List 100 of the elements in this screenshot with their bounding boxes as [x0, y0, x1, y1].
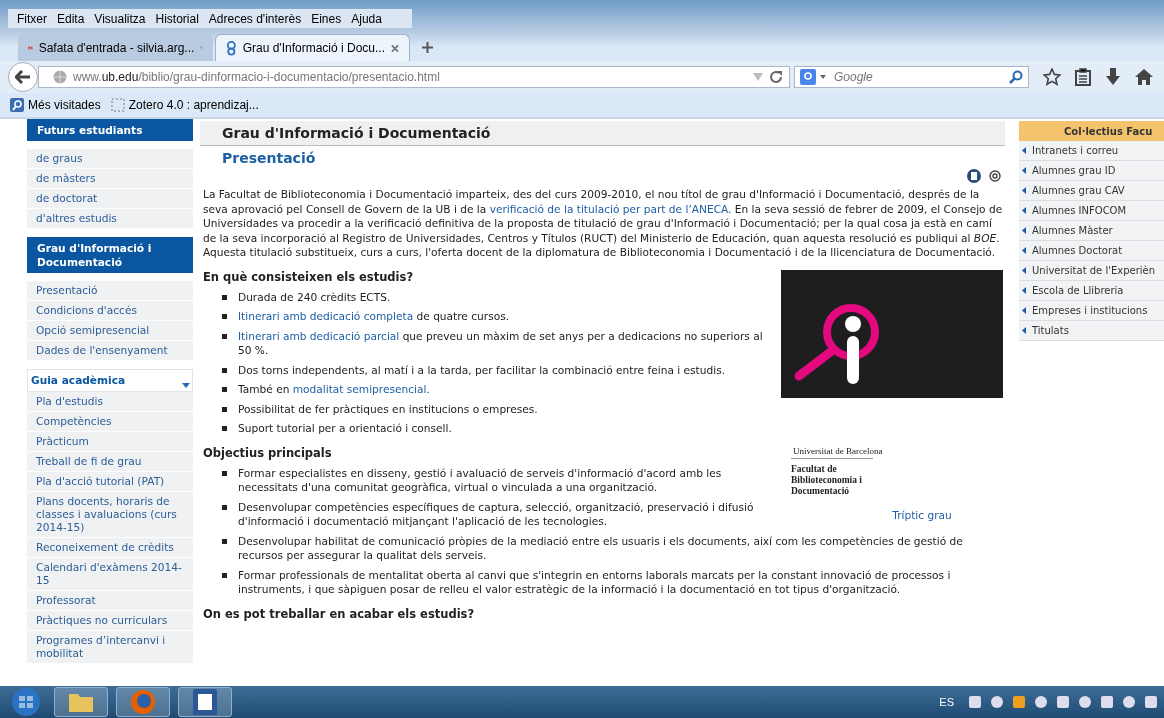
panel-item[interactable]: Escola de Llibreria	[1019, 281, 1164, 301]
clipboard-icon[interactable]	[1075, 68, 1091, 86]
back-button[interactable]	[8, 62, 38, 92]
sidebar-item[interactable]: Opció semipresencial	[27, 321, 193, 341]
taskbar-app[interactable]	[178, 687, 232, 717]
sidebar-item[interactable]: Pràctiques no curriculars	[27, 611, 193, 631]
sidebar-item[interactable]: Condicions d'accés	[27, 301, 193, 321]
menu-item[interactable]: Historial	[150, 11, 204, 26]
tray-icon[interactable]	[1034, 695, 1048, 709]
globe-icon	[53, 70, 67, 84]
bullet-icon	[222, 470, 227, 476]
browser-tab[interactable]: Grau d'Informació i Docu...	[215, 34, 410, 61]
bullet-icon	[222, 387, 227, 392]
sidebar-heading[interactable]: Futurs estudiants	[27, 119, 193, 141]
home-icon[interactable]	[1135, 69, 1153, 85]
browser-icon	[130, 689, 156, 715]
document-icon	[193, 689, 217, 715]
sidebar-item[interactable]: de màsters	[27, 169, 193, 189]
bookmark-item[interactable]: Zotero 4.0 : aprendizaj...	[110, 98, 259, 112]
sidebar-item[interactable]: Calendari d'exàmens 2014-15	[27, 558, 193, 591]
tray-icon[interactable]	[1056, 695, 1070, 709]
panel-item[interactable]: Alumnes grau CAV	[1019, 181, 1164, 201]
list-item: Itinerari amb dedicació parcial que preveu un màxim de set anys per a dedicacions no superiors al 50 %.	[238, 328, 764, 358]
panel-heading: Col·lectius Facu	[1019, 119, 1164, 141]
sidebar-item[interactable]: de graus	[27, 149, 193, 169]
panel-item[interactable]: Alumnes Màster	[1019, 221, 1164, 241]
star-icon[interactable]	[1043, 68, 1061, 86]
sidebar-subheading[interactable]: Guia acadèmica	[27, 369, 193, 392]
search-icon[interactable]	[1009, 70, 1023, 84]
panel-item[interactable]: Titulats	[1019, 321, 1164, 341]
back-arrow-icon	[15, 70, 31, 84]
sidebar-item[interactable]: de doctorat	[27, 189, 193, 209]
triangle-icon	[1022, 307, 1026, 314]
list-item: Durada de 240 crèdits ECTS.	[238, 289, 392, 304]
sidebar-item[interactable]: Treball de fi de grau	[27, 452, 193, 472]
sidebar-item[interactable]: Pla d'acció tutorial (PAT)	[27, 472, 193, 492]
tray-icon[interactable]	[1100, 695, 1114, 709]
text-link[interactable]: Itinerari amb dedicació completa	[238, 310, 414, 322]
menu-item[interactable]: Edita	[52, 11, 90, 26]
menu-item[interactable]: Ajuda	[346, 11, 387, 26]
email-icon[interactable]	[989, 170, 1001, 182]
triangle-icon	[1022, 187, 1026, 194]
bullet-icon	[222, 367, 227, 373]
sidebar-item[interactable]: Competències	[27, 412, 193, 432]
tray-icon[interactable]	[990, 695, 1004, 709]
list-item: Suport tutorial per a orientació i consell.	[238, 421, 453, 436]
address-field[interactable]: www.ub.edu/biblio/grau-dinformacio-i-documentacio/presentacio.html	[38, 66, 790, 88]
sidebar-item[interactable]: d'altres estudis	[27, 209, 193, 229]
sidebar-item[interactable]: Presentació	[27, 281, 193, 301]
triangle-icon	[1022, 167, 1026, 174]
sidebar-item[interactable]: Plans docents, horaris de classes i avaluacions (curs 2014-15)	[27, 492, 193, 538]
sidebar-item[interactable]: Reconeixement de crèdits	[27, 538, 193, 558]
bullet-icon	[222, 294, 227, 300]
section-heading: Objectius principals	[203, 445, 333, 460]
list-item: Desenvolupar habilitat de comunicació pròpies de la mediació entre els usuaris i els documents, així com les competències de gestió de recursos per assegurar la qualitat dels serveis.	[238, 533, 964, 563]
menu-item[interactable]: Visualitza	[89, 11, 151, 26]
panel-item[interactable]: Alumnes Doctorat	[1019, 241, 1164, 261]
text-link[interactable]: Itinerari amb dedicació parcial	[238, 329, 400, 342]
menu-item[interactable]: Fitxer	[12, 11, 52, 26]
download-icon[interactable]	[1105, 68, 1121, 86]
bullet-icon	[222, 538, 227, 544]
language-indicator[interactable]: ES	[939, 696, 954, 708]
panel-item[interactable]: Universitat de l'Experièn	[1019, 261, 1164, 281]
tray-icon[interactable]	[1144, 695, 1158, 709]
folder-icon	[68, 691, 94, 713]
sidebar-heading[interactable]: Grau d'Informació i Documentació	[27, 237, 193, 273]
list-item: Formar especialistes en disseny, gestió i avaluació de serveis d'informació d'acord amb les necessitats d'una comunitat geogràfica, virtual o vinculada a una organització.	[238, 465, 723, 495]
sidebar-item[interactable]: Programes d’intercanvi i mobilitat	[27, 631, 193, 664]
tray-icon[interactable]	[1012, 695, 1026, 709]
panel-item[interactable]: Alumnes INFOCOM	[1019, 201, 1164, 221]
taskbar-app[interactable]	[54, 687, 108, 717]
search-engine-icon[interactable]	[800, 69, 828, 85]
print-icon[interactable]	[967, 169, 981, 183]
triangle-icon	[1022, 327, 1026, 334]
panel-item[interactable]: Empreses i institucions	[1019, 301, 1164, 321]
browser-tab[interactable]: Safata d'entrada - silvia.arg...	[18, 34, 213, 61]
sidebar-item[interactable]: Professorat	[27, 591, 193, 611]
triangle-icon	[1022, 267, 1026, 274]
close-icon[interactable]	[391, 43, 399, 53]
bookmark-item[interactable]: Més visitades	[10, 98, 101, 112]
sidebar-item[interactable]: Pràcticum	[27, 432, 193, 452]
brochure-link[interactable]: Tríptic grau	[892, 508, 952, 521]
tray-icon[interactable]	[1122, 695, 1136, 709]
panel-item[interactable]: Intranets i correu	[1019, 141, 1164, 161]
tray-icon[interactable]	[968, 695, 982, 709]
magnifier-icon	[10, 98, 24, 112]
triangle-icon	[1022, 227, 1026, 234]
tray-icon[interactable]	[1078, 695, 1092, 709]
menu-item[interactable]: Eines	[306, 11, 347, 26]
bullet-icon	[222, 333, 227, 339]
menu-item[interactable]: Adreces d'interès	[203, 11, 307, 26]
sidebar-item[interactable]: Pla d'estudis	[27, 392, 193, 412]
new-tab-icon[interactable]	[422, 42, 433, 53]
reload-icon[interactable]	[769, 70, 783, 84]
panel-item[interactable]: Alumnes grau ID	[1019, 161, 1164, 181]
search-bar[interactable]: Google	[794, 66, 1029, 88]
sidebar-item[interactable]: Dades de l'ensenyament	[27, 341, 193, 361]
tab-title: Grau d'Informació i Docu...	[242, 41, 385, 55]
bullet-icon	[222, 504, 227, 510]
triangle-icon	[1022, 247, 1026, 254]
